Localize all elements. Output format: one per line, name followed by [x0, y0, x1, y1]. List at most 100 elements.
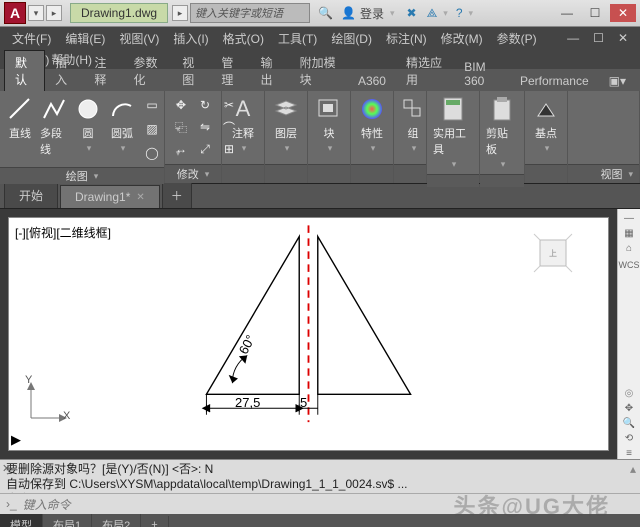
menubar-min[interactable]: — [561, 29, 585, 47]
arc-button[interactable]: 圆弧▾ [108, 95, 136, 154]
nav-orbit-icon[interactable]: ⟲ [625, 433, 633, 444]
svg-text:上: 上 [549, 249, 557, 258]
nav-north-icon[interactable]: — [624, 213, 634, 224]
watermark: 头条@UG大佬 [454, 489, 610, 521]
menubar-close[interactable]: ✕ [612, 29, 634, 47]
menu-insert[interactable]: 插入(I) [167, 28, 214, 49]
title-tab-nav[interactable]: ▸ [172, 5, 188, 21]
nav-zoom-icon[interactable]: 🔍 [623, 418, 635, 429]
viewport-label[interactable]: [-][俯视][二维线框] [15, 224, 111, 241]
util-button[interactable]: 实用工具▾ [433, 95, 473, 170]
ribbon-tab-perf[interactable]: Performance [510, 71, 599, 91]
base-button[interactable]: 基点▾ [531, 95, 561, 154]
palette-icon [358, 95, 386, 123]
layout-tab-2[interactable]: 布局2 [92, 514, 141, 527]
menu-param[interactable]: 参数(P) [491, 28, 543, 49]
nav-more-icon[interactable]: ≡ [626, 448, 632, 459]
panel-title-modify[interactable]: 修改 [177, 166, 199, 182]
mirror-icon[interactable]: ⇋ [195, 117, 215, 137]
polyline-icon [40, 95, 68, 123]
maximize-button[interactable]: ☐ [582, 4, 608, 22]
ribbon-tab-strip: 默认 插入 注释 参数化 视图 管理 输出 附加模块 A360 精选应用 BIM… [0, 69, 640, 91]
login-link[interactable]: 登录 [360, 5, 384, 22]
layer-button[interactable]: 图层▾ [271, 95, 301, 154]
doc-tab-drawing1[interactable]: Drawing1*✕ [60, 185, 160, 208]
ribbon-tab-output[interactable]: 输出 [251, 51, 290, 91]
prop-button[interactable]: 特性▾ [357, 95, 387, 154]
nav-tool-strip: — ▦ ⌂ WCS ◎ ✥ 🔍 ⟲ ≡ [617, 209, 640, 459]
doc-tab-start[interactable]: 开始 [4, 182, 58, 208]
exchange-icon[interactable]: ✖ [407, 6, 417, 20]
menu-view[interactable]: 视图(V) [113, 28, 165, 49]
clip-button[interactable]: 剪贴板▾ [486, 95, 518, 170]
layout-tab-add[interactable]: + [141, 516, 168, 527]
menu-edit[interactable]: 编辑(E) [59, 28, 111, 49]
base-icon [532, 95, 560, 123]
block-button[interactable]: 块▾ [314, 95, 344, 154]
qat-expand[interactable]: ▸ [46, 5, 62, 21]
menu-dim[interactable]: 标注(N) [380, 28, 433, 49]
layout-tab-1[interactable]: 布局1 [43, 514, 92, 527]
search-icon[interactable]: 🔍 [318, 6, 333, 20]
wcs-label[interactable]: WCS [619, 260, 640, 270]
search-input[interactable]: 键入关键字或短语 [190, 3, 310, 23]
panel-title-draw[interactable]: 绘图 [66, 168, 88, 184]
ribbon-tab-view[interactable]: 视图 [172, 51, 211, 91]
app-logo-icon[interactable]: A [4, 2, 26, 24]
menubar-max[interactable]: ☐ [587, 29, 610, 47]
close-button[interactable]: ✕ [610, 4, 636, 22]
scale-icon[interactable]: ⤢ [195, 139, 215, 159]
qat-dropdown[interactable]: ▾ [28, 5, 44, 21]
menu-draw[interactable]: 绘图(D) [325, 28, 378, 49]
a360-icon[interactable]: ⟁ [427, 6, 438, 21]
ribbon-tab-manage[interactable]: 管理 [211, 51, 250, 91]
layout-tab-model[interactable]: 模型 [0, 514, 43, 527]
ribbon-tab-param[interactable]: 参数化 [123, 51, 172, 91]
doc-tab-new[interactable]: ＋ [162, 182, 192, 208]
menu-format[interactable]: 格式(O) [217, 28, 270, 49]
viewcube[interactable]: 上 [526, 226, 580, 280]
close-tab-icon[interactable]: ✕ [136, 192, 144, 203]
text-button[interactable]: A注释▾ [228, 95, 258, 154]
circle-button[interactable]: 圆▾ [74, 95, 102, 154]
cmd-input[interactable]: 键入命令 [23, 496, 71, 513]
copy-icon[interactable]: ⿻ [171, 117, 191, 137]
nav-cube-icon[interactable]: ▦ [624, 228, 633, 239]
line-button[interactable]: 直线 [6, 95, 34, 141]
menu-modify[interactable]: 修改(M) [435, 28, 489, 49]
ellipse-icon[interactable]: ◯ [142, 143, 162, 163]
ribbon-tab-bim360[interactable]: BIM 360 [454, 57, 510, 91]
group-button[interactable]: 组▾ [400, 95, 426, 154]
menu-file[interactable]: 文件(F) [6, 28, 57, 49]
ribbon-collapse-icon[interactable]: ▣▾ [599, 71, 636, 91]
minimize-button[interactable]: — [554, 4, 580, 22]
cmd-close-icon[interactable]: ✕ [2, 462, 11, 477]
cmd-scroll-down-icon[interactable]: ▾ [630, 491, 636, 493]
polyline-button[interactable]: 多段线 [40, 95, 68, 157]
drawing-canvas[interactable]: [-][俯视][二维线框] 上 27,5 [8, 217, 609, 451]
cmd-arrow-icon[interactable]: ▶ [11, 432, 21, 448]
rect-icon[interactable]: ▭ [142, 95, 162, 115]
ribbon-tab-featured[interactable]: 精选应用 [396, 51, 454, 91]
cmd-scroll-up-icon[interactable]: ▴ [630, 462, 636, 477]
hatch-icon[interactable]: ▨ [142, 119, 162, 139]
nav-home-icon[interactable]: ⌂ [626, 243, 632, 254]
help-icon[interactable]: ? [456, 6, 463, 20]
title-document-tab[interactable]: Drawing1.dwg [70, 3, 168, 23]
move-icon[interactable]: ✥ [171, 95, 191, 115]
ribbon-tab-addon[interactable]: 附加模块 [290, 51, 348, 91]
stretch-icon[interactable]: ↔ [171, 139, 191, 159]
drawing-content [9, 218, 608, 450]
ribbon-tab-a360[interactable]: A360 [348, 71, 396, 91]
nav-wheel-icon[interactable]: ◎ [625, 388, 634, 399]
ribbon-tab-insert[interactable]: 插入 [45, 51, 84, 91]
user-icon: 👤 [341, 6, 356, 20]
nav-pan-icon[interactable]: ✥ [625, 403, 633, 414]
menu-tools[interactable]: 工具(T) [272, 28, 323, 49]
panel-title-view[interactable]: 视图 [600, 166, 622, 182]
ribbon-tab-default[interactable]: 默认 [4, 50, 45, 91]
rotate-icon[interactable]: ↻ [195, 95, 215, 115]
ucs-axis: Y X [23, 380, 69, 426]
line-icon [6, 95, 34, 123]
ribbon-tab-annotate[interactable]: 注释 [84, 51, 123, 91]
